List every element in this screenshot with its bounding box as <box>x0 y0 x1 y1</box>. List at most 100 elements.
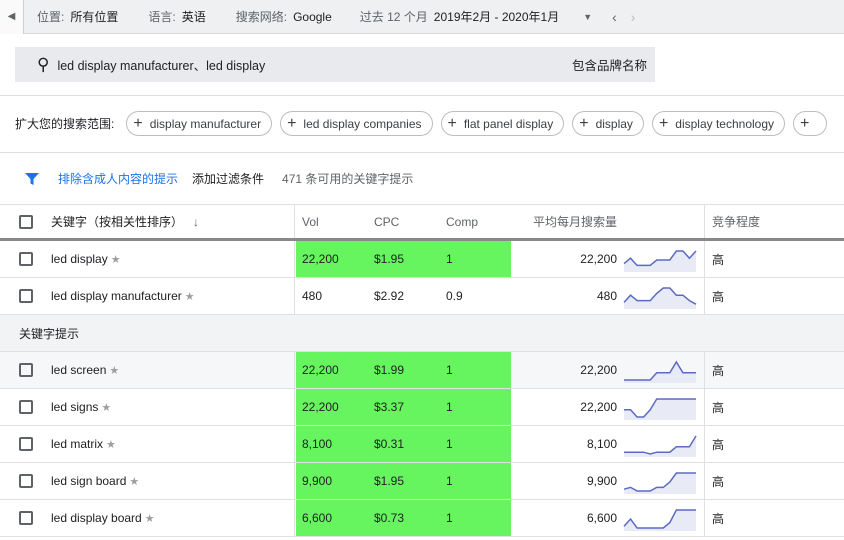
table-row: led display manufacturer ★ 480 $2.92 0.9 480 高 <box>0 278 844 315</box>
competition-cell: 高 <box>712 363 725 378</box>
search-input[interactable]: led display manufacturer、led display <box>57 55 265 74</box>
star-icon[interactable]: ★ <box>109 365 119 377</box>
table-row: led display ★ 22,200 $1.95 1 22,200 高 <box>0 241 844 278</box>
filter-bar: 排除含成人内容的提示 添加过滤条件 471 条可用的关键字提示 <box>24 170 413 187</box>
trend-sparkline <box>624 435 697 457</box>
avg-searches-cell: 8,100 <box>586 437 617 451</box>
star-icon[interactable]: ★ <box>106 439 116 451</box>
column-divider <box>294 463 295 499</box>
keyword-search-box[interactable]: ⚲ led display manufacturer、led display 包… <box>15 47 655 82</box>
keyword-text: led display manufacturer <box>51 289 182 303</box>
column-divider <box>704 426 705 462</box>
broaden-chip[interactable]: + <box>793 111 828 136</box>
column-divider <box>704 241 705 277</box>
competition-cell: 高 <box>712 400 725 415</box>
avg-searches-header[interactable]: 平均每月搜索量 <box>533 213 617 230</box>
comp-cell: 0.9 <box>446 289 463 303</box>
star-icon[interactable]: ★ <box>129 476 139 488</box>
collapse-button[interactable]: ◀ <box>0 0 24 34</box>
avg-searches-cell: 22,200 <box>580 252 617 266</box>
table-header: 关键字（按相关性排序） ↓ Vol CPC Comp 平均每月搜索量 竞争程度 <box>0 204 844 241</box>
star-icon[interactable]: ★ <box>101 402 111 414</box>
avg-searches-cell: 6,600 <box>586 511 617 525</box>
competition-cell: 高 <box>712 252 725 267</box>
period-label: 过去 12 个月 <box>359 10 428 24</box>
section-header: 关键字提示 <box>0 315 844 352</box>
keyword-cell[interactable]: led matrix ★ <box>51 437 116 451</box>
location-label: 位置: <box>37 10 65 24</box>
filter-icon[interactable] <box>24 171 40 187</box>
chevron-left-icon[interactable]: ‹ <box>612 9 617 25</box>
column-divider <box>294 241 295 277</box>
plus-icon: + <box>133 114 143 132</box>
language-label: 语言: <box>148 10 176 24</box>
row-checkbox[interactable] <box>19 289 33 303</box>
avg-searches-cell: 22,200 <box>580 400 617 414</box>
column-divider <box>704 278 705 314</box>
star-icon[interactable]: ★ <box>185 291 195 303</box>
ideas-count: 471 条可用的关键字提示 <box>282 172 414 186</box>
star-icon[interactable]: ★ <box>111 254 121 266</box>
trend-sparkline <box>624 398 696 420</box>
column-divider <box>704 500 705 536</box>
table-row: led matrix ★ 8,100 $0.31 1 8,100 高 <box>0 426 844 463</box>
row-checkbox[interactable] <box>19 400 33 414</box>
broaden-chip[interactable]: + display <box>572 111 644 136</box>
column-divider <box>294 426 295 462</box>
top-bar: ◀ 位置: 所有位置 语言: 英语 搜索网络: Google 过去 12 个月 … <box>0 0 844 34</box>
chip-label: led display companies <box>303 116 422 131</box>
row-checkbox[interactable] <box>19 474 33 488</box>
include-brand-toggle[interactable]: 包含品牌名称 <box>572 55 647 74</box>
plus-icon: + <box>658 114 669 132</box>
cpc-cell: $1.95 <box>374 474 405 488</box>
keyword-cell[interactable]: led sign board ★ <box>51 474 139 488</box>
plus-icon: + <box>447 114 457 132</box>
location-selector[interactable]: 所有位置 <box>70 8 118 25</box>
cpc-cell: $3.37 <box>374 400 405 414</box>
keyword-cell[interactable]: led display ★ <box>51 252 121 266</box>
competition-cell: 高 <box>712 511 725 526</box>
competition-header[interactable]: 竞争程度 <box>712 213 760 230</box>
sort-down-icon[interactable]: ↓ <box>193 215 199 229</box>
select-all-checkbox[interactable] <box>19 214 33 229</box>
trend-sparkline <box>623 250 697 272</box>
broaden-chip[interactable]: + display manufacturer <box>126 111 273 136</box>
plus-icon: + <box>579 114 589 132</box>
comp-header[interactable]: Comp <box>446 215 478 229</box>
divider <box>0 95 844 96</box>
keyword-cell[interactable]: led display board ★ <box>51 511 155 525</box>
table-row: led display board ★ 6,600 $0.73 1 6,600 高 <box>0 500 844 537</box>
keyword-cell[interactable]: led display manufacturer ★ <box>51 289 195 303</box>
comp-cell: 1 <box>446 474 453 488</box>
keyword-cell[interactable]: led screen ★ <box>51 363 119 377</box>
date-range-selector[interactable]: 2019年2月 - 2020年1月 <box>434 8 559 25</box>
add-filter-button[interactable]: 添加过滤条件 <box>192 170 264 187</box>
vol-cell: 22,200 <box>302 400 339 414</box>
keyword-cell[interactable]: led signs ★ <box>51 400 111 414</box>
chip-label: display technology <box>675 116 775 131</box>
vol-header[interactable]: Vol <box>302 215 319 229</box>
section-label: 关键字提示 <box>19 326 80 341</box>
exclude-adult-filter[interactable]: 排除含成人内容的提示 <box>58 170 178 187</box>
language-selector[interactable]: 英语 <box>182 8 206 25</box>
comp-cell: 1 <box>446 363 453 377</box>
column-divider <box>704 463 705 499</box>
row-checkbox[interactable] <box>19 252 33 266</box>
broaden-chip[interactable]: + display technology <box>651 111 786 136</box>
table-row: led sign board ★ 9,900 $1.95 1 9,900 高 <box>0 463 844 500</box>
star-icon[interactable]: ★ <box>145 513 155 525</box>
network-selector[interactable]: Google <box>293 10 332 24</box>
row-checkbox[interactable] <box>19 437 33 451</box>
row-checkbox[interactable] <box>19 511 33 525</box>
keyword-text: led display <box>51 252 108 266</box>
dropdown-arrow-icon[interactable]: ▼ <box>583 12 592 22</box>
broaden-chip[interactable]: + flat panel display <box>440 111 565 136</box>
keyword-column-header[interactable]: 关键字（按相关性排序） ↓ <box>51 213 199 230</box>
competition-cell: 高 <box>712 474 725 489</box>
keyword-text: led sign board <box>51 474 127 488</box>
chevron-right-icon[interactable]: › <box>631 9 636 25</box>
comp-cell: 1 <box>446 400 453 414</box>
broaden-chip[interactable]: + led display companies <box>280 111 433 136</box>
cpc-header[interactable]: CPC <box>374 215 399 229</box>
row-checkbox[interactable] <box>19 363 33 377</box>
